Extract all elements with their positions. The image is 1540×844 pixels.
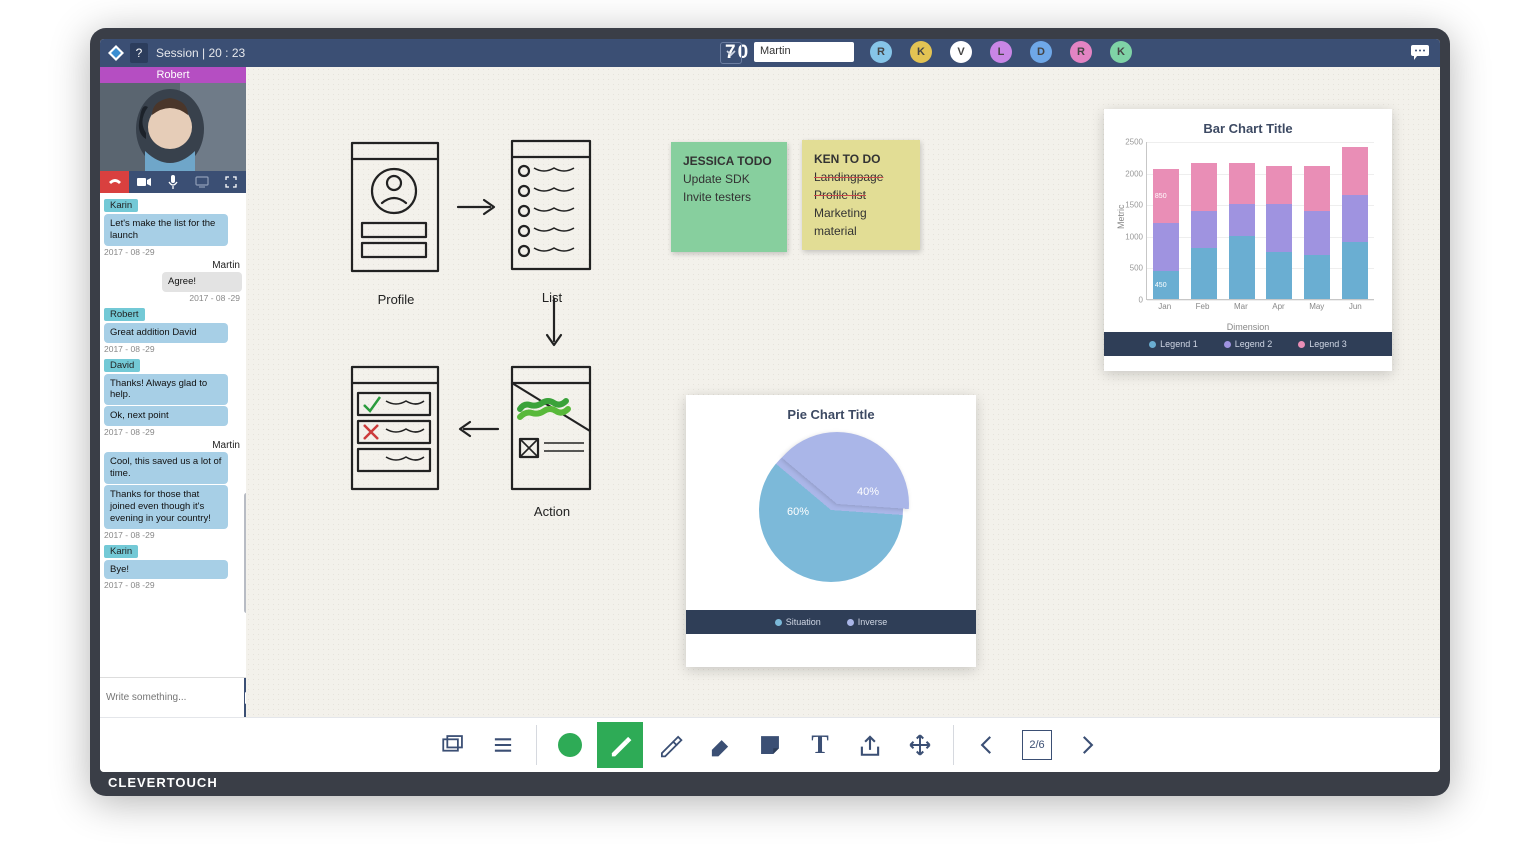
chat-sender: Karin — [104, 199, 138, 212]
bar-plot-area: 05001000150020002500450850 — [1146, 142, 1374, 300]
sketch-profile[interactable]: Profile — [346, 137, 446, 307]
help-button[interactable]: ? — [130, 43, 148, 63]
chat-bubble: Ok, next point — [104, 406, 228, 426]
chat-sender: Martin — [102, 260, 240, 271]
sticky-line: Update SDK — [683, 172, 750, 186]
toolbar-divider — [953, 725, 954, 765]
page-indicator[interactable]: 2/6 — [1022, 730, 1052, 760]
chat-sender: Robert — [104, 308, 145, 321]
sticky-title: JESSICA TODO — [683, 154, 772, 168]
bar-chart-legend: Legend 1Legend 2Legend 3 — [1104, 332, 1392, 356]
arrow-left-icon — [454, 417, 502, 441]
pen-tool-button[interactable] — [597, 722, 643, 768]
chat-panel: Robert Kar — [100, 67, 246, 717]
chat-timestamp: 2017 - 08 -29 — [104, 427, 244, 437]
text-tool-button[interactable]: T — [797, 722, 843, 768]
avatar[interactable]: K — [910, 41, 932, 63]
pie-chart-card[interactable]: Pie Chart Title 60% 40% SituationInverse — [686, 395, 976, 667]
avatar[interactable]: L — [990, 41, 1012, 63]
chat-messages[interactable]: KarinLet's make the list for the launch2… — [100, 193, 246, 677]
chat-toggle-icon[interactable] — [1410, 44, 1430, 60]
sticky-line: Landingpage — [814, 170, 883, 184]
move-tool-button[interactable] — [897, 722, 943, 768]
sticky-note-jessica[interactable]: JESSICA TODO Update SDK Invite testers — [671, 142, 787, 252]
participant-avatars: RKVLDRK — [870, 41, 1132, 63]
sketch-list[interactable]: List — [506, 135, 598, 305]
highlighter-button[interactable] — [647, 722, 693, 768]
whiteboard-canvas[interactable]: Profile List — [246, 67, 1440, 717]
chart-title: Pie Chart Title — [686, 395, 976, 428]
prev-page-button[interactable] — [964, 722, 1010, 768]
chat-timestamp: 2017 - 08 -29 — [104, 247, 244, 257]
video-thumbnail[interactable] — [100, 83, 246, 171]
participant-name-input[interactable]: Martin — [754, 42, 854, 62]
chat-bubble: Let's make the list for the launch — [104, 214, 228, 246]
sketch-label-action: Action — [506, 504, 598, 519]
fullscreen-button[interactable] — [217, 171, 246, 193]
eraser-button[interactable] — [697, 722, 743, 768]
bar-chart-card[interactable]: Bar Chart Title Metric 05001000150020002… — [1104, 109, 1392, 371]
arrow-down-icon — [542, 295, 566, 355]
menu-button[interactable] — [480, 722, 526, 768]
screenshare-button[interactable] — [188, 171, 217, 193]
chat-timestamp: 2017 - 08 -29 — [104, 530, 244, 540]
toolbar-divider — [536, 725, 537, 765]
pie-slice-label: 60% — [787, 506, 809, 518]
arrow-icon — [454, 195, 502, 219]
screen: ? Session | 20 : 23 70 76 55 Martin RKVL… — [100, 39, 1440, 772]
color-picker-button[interactable] — [547, 722, 593, 768]
chat-bubble: Cool, this saved us a lot of time. — [104, 452, 228, 484]
chat-bubble: Thanks for those that joined even though… — [104, 485, 228, 529]
mic-button[interactable] — [158, 171, 187, 193]
sticky-line: Marketing material — [814, 206, 867, 238]
sticky-line: Profile list — [814, 188, 866, 202]
session-timer: Session | 20 : 23 — [156, 46, 245, 60]
x-axis-label: Dimension — [1104, 322, 1392, 332]
chat-sender: Martin — [102, 440, 240, 451]
chat-compose — [100, 677, 246, 717]
pie-plot: 60% 40% — [759, 438, 903, 582]
sticky-line: Invite testers — [683, 190, 751, 204]
chat-bubble: Thanks! Always glad to help. — [104, 374, 228, 406]
video-controls — [100, 171, 246, 193]
avatar[interactable]: K — [1110, 41, 1132, 63]
chat-timestamp: 2017 - 08 -29 — [104, 344, 244, 354]
avatar[interactable]: V — [950, 41, 972, 63]
chat-sender: Karin — [104, 545, 138, 558]
chat-bubble: Bye! — [104, 560, 228, 580]
x-ticks: JanFebMarAprMayJun — [1146, 302, 1374, 311]
app-logo-icon[interactable] — [104, 41, 128, 65]
sketch-checklist[interactable] — [346, 361, 446, 504]
avatar[interactable]: R — [870, 41, 892, 63]
top-bar: ? Session | 20 : 23 70 76 55 Martin RKVL… — [100, 39, 1440, 67]
chat-timestamp: 2017 - 08 -29 — [104, 580, 244, 590]
bottom-toolbar: T 2/6 — [100, 717, 1440, 772]
sketch-label-profile: Profile — [346, 292, 446, 307]
next-page-button[interactable] — [1064, 722, 1110, 768]
chat-bubble: Great addition David — [104, 323, 228, 343]
sticky-note-ken[interactable]: KEN TO DO Landingpage Profile list Marke… — [802, 140, 920, 250]
avatar[interactable]: R — [1070, 41, 1092, 63]
sketch-action[interactable]: Action — [506, 361, 598, 519]
chat-timestamp: 2017 - 08 -29 — [102, 293, 240, 303]
chat-sender: David — [104, 359, 140, 372]
share-button[interactable] — [847, 722, 893, 768]
device-brand: CLEVERTOUCH — [108, 775, 218, 790]
chat-bubble: Agree! — [162, 272, 242, 292]
sticky-title: KEN TO DO — [814, 152, 880, 166]
camera-button[interactable] — [129, 171, 158, 193]
hangup-button[interactable] — [100, 171, 129, 193]
avatar[interactable]: D — [1030, 41, 1052, 63]
participant-dropdown[interactable] — [720, 42, 742, 64]
pie-chart-legend: SituationInverse — [686, 610, 976, 634]
sticky-note-button[interactable] — [747, 722, 793, 768]
chart-title: Bar Chart Title — [1104, 109, 1392, 142]
video-caller-name: Robert — [100, 67, 246, 83]
pie-slice-label: 40% — [857, 486, 879, 498]
slides-button[interactable] — [430, 722, 476, 768]
chat-input[interactable] — [100, 678, 244, 717]
